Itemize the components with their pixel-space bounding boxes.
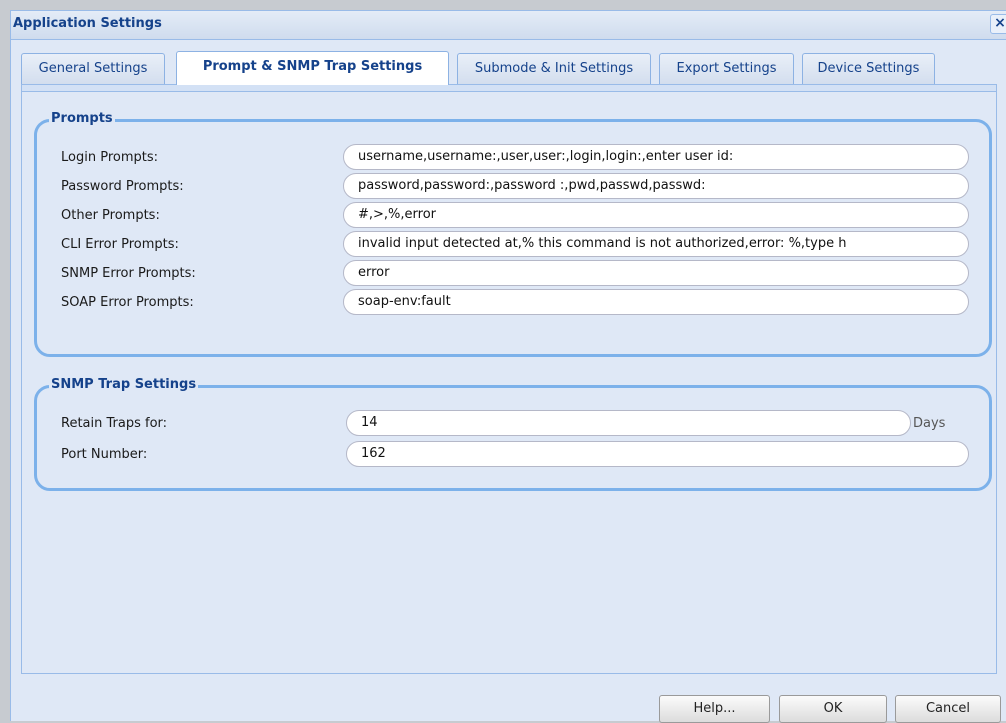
other-prompts-label: Other Prompts: <box>61 208 160 223</box>
snmp-trap-settings-fieldset: SNMP Trap Settings Retain Traps for: 14 … <box>34 377 992 491</box>
retain-traps-row: Retain Traps for: 14 Days <box>37 410 989 438</box>
password-prompts-input[interactable]: password,password:,password :,pwd,passwd… <box>343 173 969 199</box>
title-bar: Application Settings × <box>11 11 1006 40</box>
ok-button[interactable]: OK <box>779 695 887 723</box>
snmp-error-prompts-row: SNMP Error Prompts: error <box>37 260 989 288</box>
login-prompts-row: Login Prompts: username,username:,user,u… <box>37 144 989 172</box>
login-prompts-input[interactable]: username,username:,user,user:,login,logi… <box>343 144 969 170</box>
cli-error-prompts-label: CLI Error Prompts: <box>61 237 179 252</box>
password-prompts-label: Password Prompts: <box>61 179 184 194</box>
soap-error-prompts-row: SOAP Error Prompts: soap-env:fault <box>37 289 989 317</box>
retain-traps-label: Retain Traps for: <box>61 416 168 431</box>
snmp-error-prompts-label: SNMP Error Prompts: <box>61 266 196 281</box>
help-button[interactable]: Help... <box>659 695 770 723</box>
cli-error-prompts-input[interactable]: invalid input detected at,% this command… <box>343 231 969 257</box>
other-prompts-row: Other Prompts: #,>,%,error <box>37 202 989 230</box>
login-prompts-label: Login Prompts: <box>61 150 158 165</box>
snmp-trap-settings-legend: SNMP Trap Settings <box>49 377 199 392</box>
soap-error-prompts-input[interactable]: soap-env:fault <box>343 289 969 315</box>
prompts-legend: Prompts <box>49 111 115 126</box>
soap-error-prompts-label: SOAP Error Prompts: <box>61 295 194 310</box>
tab-prompt-snmp-trap-settings[interactable]: Prompt & SNMP Trap Settings <box>176 51 449 85</box>
tab-submode-init-settings[interactable]: Submode & Init Settings <box>457 53 651 84</box>
tab-strip: General Settings Prompt & SNMP Trap Sett… <box>11 39 1006 97</box>
retain-traps-input[interactable]: 14 <box>346 410 911 436</box>
tab-general-settings[interactable]: General Settings <box>21 53 165 84</box>
port-number-label: Port Number: <box>61 447 148 462</box>
left-edge <box>0 0 10 721</box>
cancel-button[interactable]: Cancel <box>895 695 1001 723</box>
cli-error-prompts-row: CLI Error Prompts: invalid input detecte… <box>37 231 989 259</box>
prompts-fieldset: Prompts Login Prompts: username,username… <box>34 111 992 357</box>
snmp-error-prompts-input[interactable]: error <box>343 260 969 286</box>
close-icon[interactable]: × <box>990 14 1006 34</box>
password-prompts-row: Password Prompts: password,password:,pas… <box>37 173 989 201</box>
other-prompts-input[interactable]: #,>,%,error <box>343 202 969 228</box>
tab-device-settings[interactable]: Device Settings <box>802 53 935 84</box>
dialog-title: Application Settings <box>13 16 162 31</box>
tab-underline <box>21 84 997 92</box>
application-settings-dialog: Application Settings × General Settings … <box>10 10 1006 723</box>
port-number-input[interactable]: 162 <box>346 441 969 467</box>
tab-export-settings[interactable]: Export Settings <box>659 53 794 84</box>
retain-traps-unit: Days <box>913 416 946 431</box>
port-number-row: Port Number: 162 <box>37 441 989 469</box>
